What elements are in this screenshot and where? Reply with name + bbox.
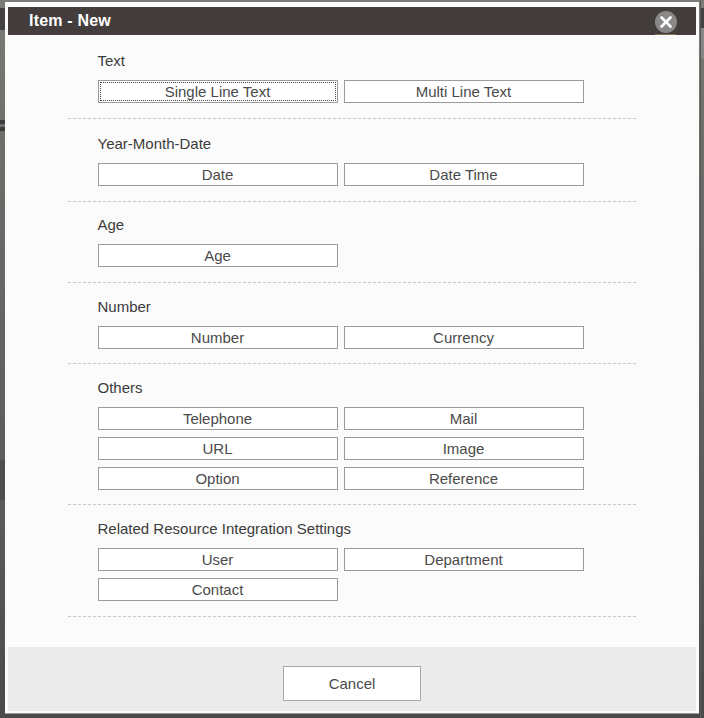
item-type-button-reference[interactable]: Reference [344, 467, 584, 490]
close-button[interactable] [655, 11, 677, 33]
item-type-button-user[interactable]: User [98, 548, 338, 571]
button-grid: Single Line Text Multi Line Text [98, 80, 636, 103]
section-label: Others [98, 378, 636, 397]
item-type-button-currency[interactable]: Currency [344, 326, 584, 349]
item-type-button-mail[interactable]: Mail [344, 407, 584, 430]
item-type-button-image[interactable]: Image [344, 437, 584, 460]
section-others: Others Telephone Mail URL Image Option R… [68, 364, 636, 505]
item-type-button-number[interactable]: Number [98, 326, 338, 349]
item-type-button-age[interactable]: Age [98, 244, 338, 267]
item-type-button-multi-line-text[interactable]: Multi Line Text [344, 80, 584, 103]
dialog-titlebar: Item - New [8, 7, 696, 35]
dialog-body: Text Single Line Text Multi Line Text Ye… [5, 35, 699, 648]
button-grid: Age [98, 244, 636, 267]
cancel-button[interactable]: Cancel [283, 666, 421, 701]
item-type-button-option[interactable]: Option [98, 467, 338, 490]
item-type-button-url[interactable]: URL [98, 437, 338, 460]
item-type-button-single-line-text[interactable]: Single Line Text [98, 80, 338, 103]
item-type-button-date[interactable]: Date [98, 163, 338, 186]
section-label: Related Resource Integration Settings [98, 519, 636, 538]
button-grid: Telephone Mail URL Image Option Referenc… [98, 407, 636, 490]
section-text: Text Single Line Text Multi Line Text [68, 35, 636, 120]
close-button-underline [655, 34, 676, 35]
item-type-button-department[interactable]: Department [344, 548, 584, 571]
dialog-title: Item - New [8, 12, 111, 30]
section-year-month-date: Year-Month-Date Date Date Time [68, 119, 636, 202]
backdrop-page-fragment [700, 8, 704, 30]
backdrop-scrollbar-thumb [701, 28, 704, 58]
item-new-dialog: Item - New Text Single Line Text Multi L… [5, 2, 699, 714]
item-type-button-contact[interactable]: Contact [98, 578, 338, 601]
item-type-button-date-time[interactable]: Date Time [344, 163, 584, 186]
item-type-button-telephone[interactable]: Telephone [98, 407, 338, 430]
close-icon [660, 16, 672, 28]
button-grid: User Department Contact [98, 548, 636, 601]
section-related-resource: Related Resource Integration Settings Us… [68, 505, 636, 618]
section-number: Number Number Currency [68, 283, 636, 364]
section-age: Age Age [68, 202, 636, 283]
section-label: Text [98, 51, 636, 70]
button-grid: Number Currency [98, 326, 636, 349]
section-label: Year-Month-Date [98, 134, 636, 153]
section-label: Age [98, 215, 636, 234]
backdrop-scrollbar-track [700, 0, 701, 718]
dialog-buttonpane: Cancel [8, 647, 696, 711]
button-grid: Date Date Time [98, 163, 636, 186]
section-label: Number [98, 297, 636, 316]
